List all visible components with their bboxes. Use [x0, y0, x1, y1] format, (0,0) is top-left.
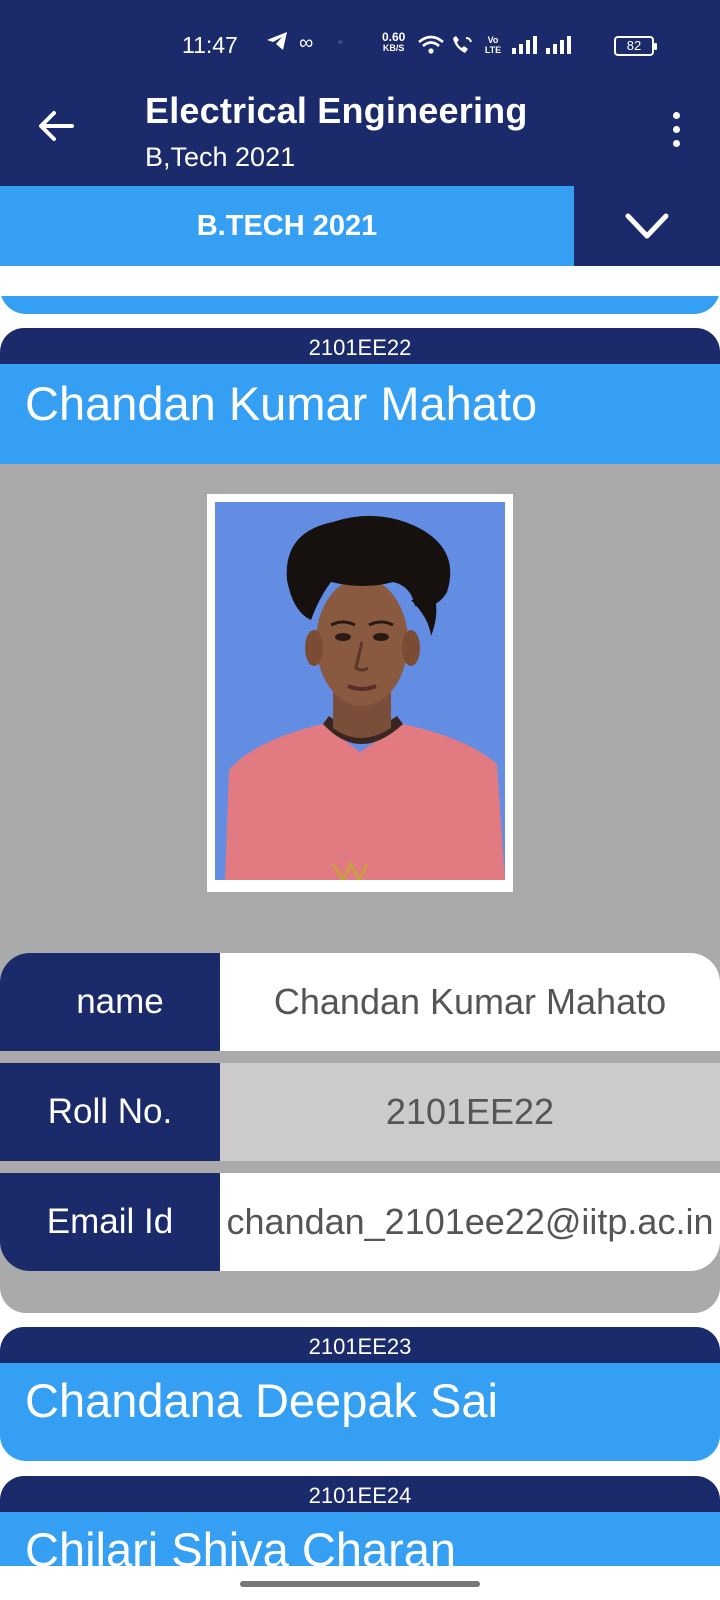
- student-roll-tab: 2101EE22: [0, 328, 720, 368]
- student-name-header[interactable]: Chandan Kumar Mahato: [0, 364, 720, 464]
- net-speed-value: 0.60: [382, 30, 406, 44]
- list-top-spacer: [0, 266, 720, 296]
- gesture-handle[interactable]: [240, 1581, 480, 1587]
- student-roll-tab: 2101EE24: [0, 1476, 720, 1516]
- telegram-icon: [265, 30, 289, 55]
- wifi-icon: [418, 35, 444, 54]
- dot-icon: ●: [337, 36, 344, 48]
- net-speed-indicator: 0.60 KB/S: [382, 30, 406, 54]
- battery-icon: 82: [614, 36, 657, 56]
- info-value-email[interactable]: chandan_2101ee22@iitp.ac.in: [220, 1173, 720, 1271]
- net-speed-unit: KB/S: [382, 43, 405, 53]
- batch-dropdown-button[interactable]: [574, 186, 720, 266]
- student-name-header[interactable]: Chandana Deepak Sai: [0, 1363, 720, 1461]
- status-bar: 11:47 ∞ ● 0.60 KB/S Vo LTE 82: [0, 0, 720, 84]
- signal-2-icon: [546, 36, 571, 54]
- wifi-calling-icon: [453, 36, 472, 53]
- infinity-icon: ∞: [299, 31, 314, 54]
- more-vert-icon-dot: [672, 125, 680, 133]
- batch-selector-label[interactable]: B.TECH 2021: [0, 186, 574, 266]
- student-card[interactable]: 2101EE23 Chandana Deepak Sai: [0, 1327, 720, 1461]
- more-vert-icon-dot: [672, 139, 680, 147]
- arrow-left-icon: [39, 111, 74, 141]
- more-options-button[interactable]: [656, 104, 696, 154]
- page-title: Electrical Engineering: [145, 90, 528, 131]
- status-time: 11:47: [182, 32, 238, 58]
- info-key-name: name: [0, 953, 220, 1051]
- student-details: name Chandan Kumar Mahato Roll No. 2101E…: [0, 464, 720, 1313]
- back-button[interactable]: [30, 100, 82, 152]
- status-notification-icons: ∞ ●: [265, 30, 343, 55]
- batch-selector[interactable]: B.TECH 2021: [0, 186, 720, 266]
- student-card-expanded[interactable]: 2101EE22 Chandan Kumar Mahato name Chand…: [0, 328, 720, 1313]
- student-photo: [207, 494, 513, 892]
- student-photo-image: [215, 502, 505, 880]
- info-key-roll: Roll No.: [0, 1063, 220, 1161]
- info-value-roll: 2101EE22: [220, 1063, 720, 1161]
- page-subtitle: B,Tech 2021: [145, 142, 296, 172]
- chevron-down-icon: [625, 213, 669, 239]
- info-key-email: Email Id: [0, 1173, 220, 1271]
- info-value-name: Chandan Kumar Mahato: [220, 953, 720, 1051]
- info-row-name: name Chandan Kumar Mahato: [0, 953, 720, 1051]
- student-roll-tab: 2101EE23: [0, 1327, 720, 1367]
- volte-icon: Vo LTE: [484, 35, 502, 55]
- signal-1-icon: [512, 36, 537, 54]
- student-info-table: name Chandan Kumar Mahato Roll No. 2101E…: [0, 953, 720, 1271]
- more-vert-icon-dot: [672, 111, 680, 119]
- connectivity-icons: Vo LTE: [418, 34, 572, 56]
- info-row-roll: Roll No. 2101EE22: [0, 1063, 720, 1161]
- info-row-email: Email Id chandan_2101ee22@iitp.ac.in: [0, 1173, 720, 1271]
- app-bar: Electrical Engineering B,Tech 2021: [0, 84, 720, 186]
